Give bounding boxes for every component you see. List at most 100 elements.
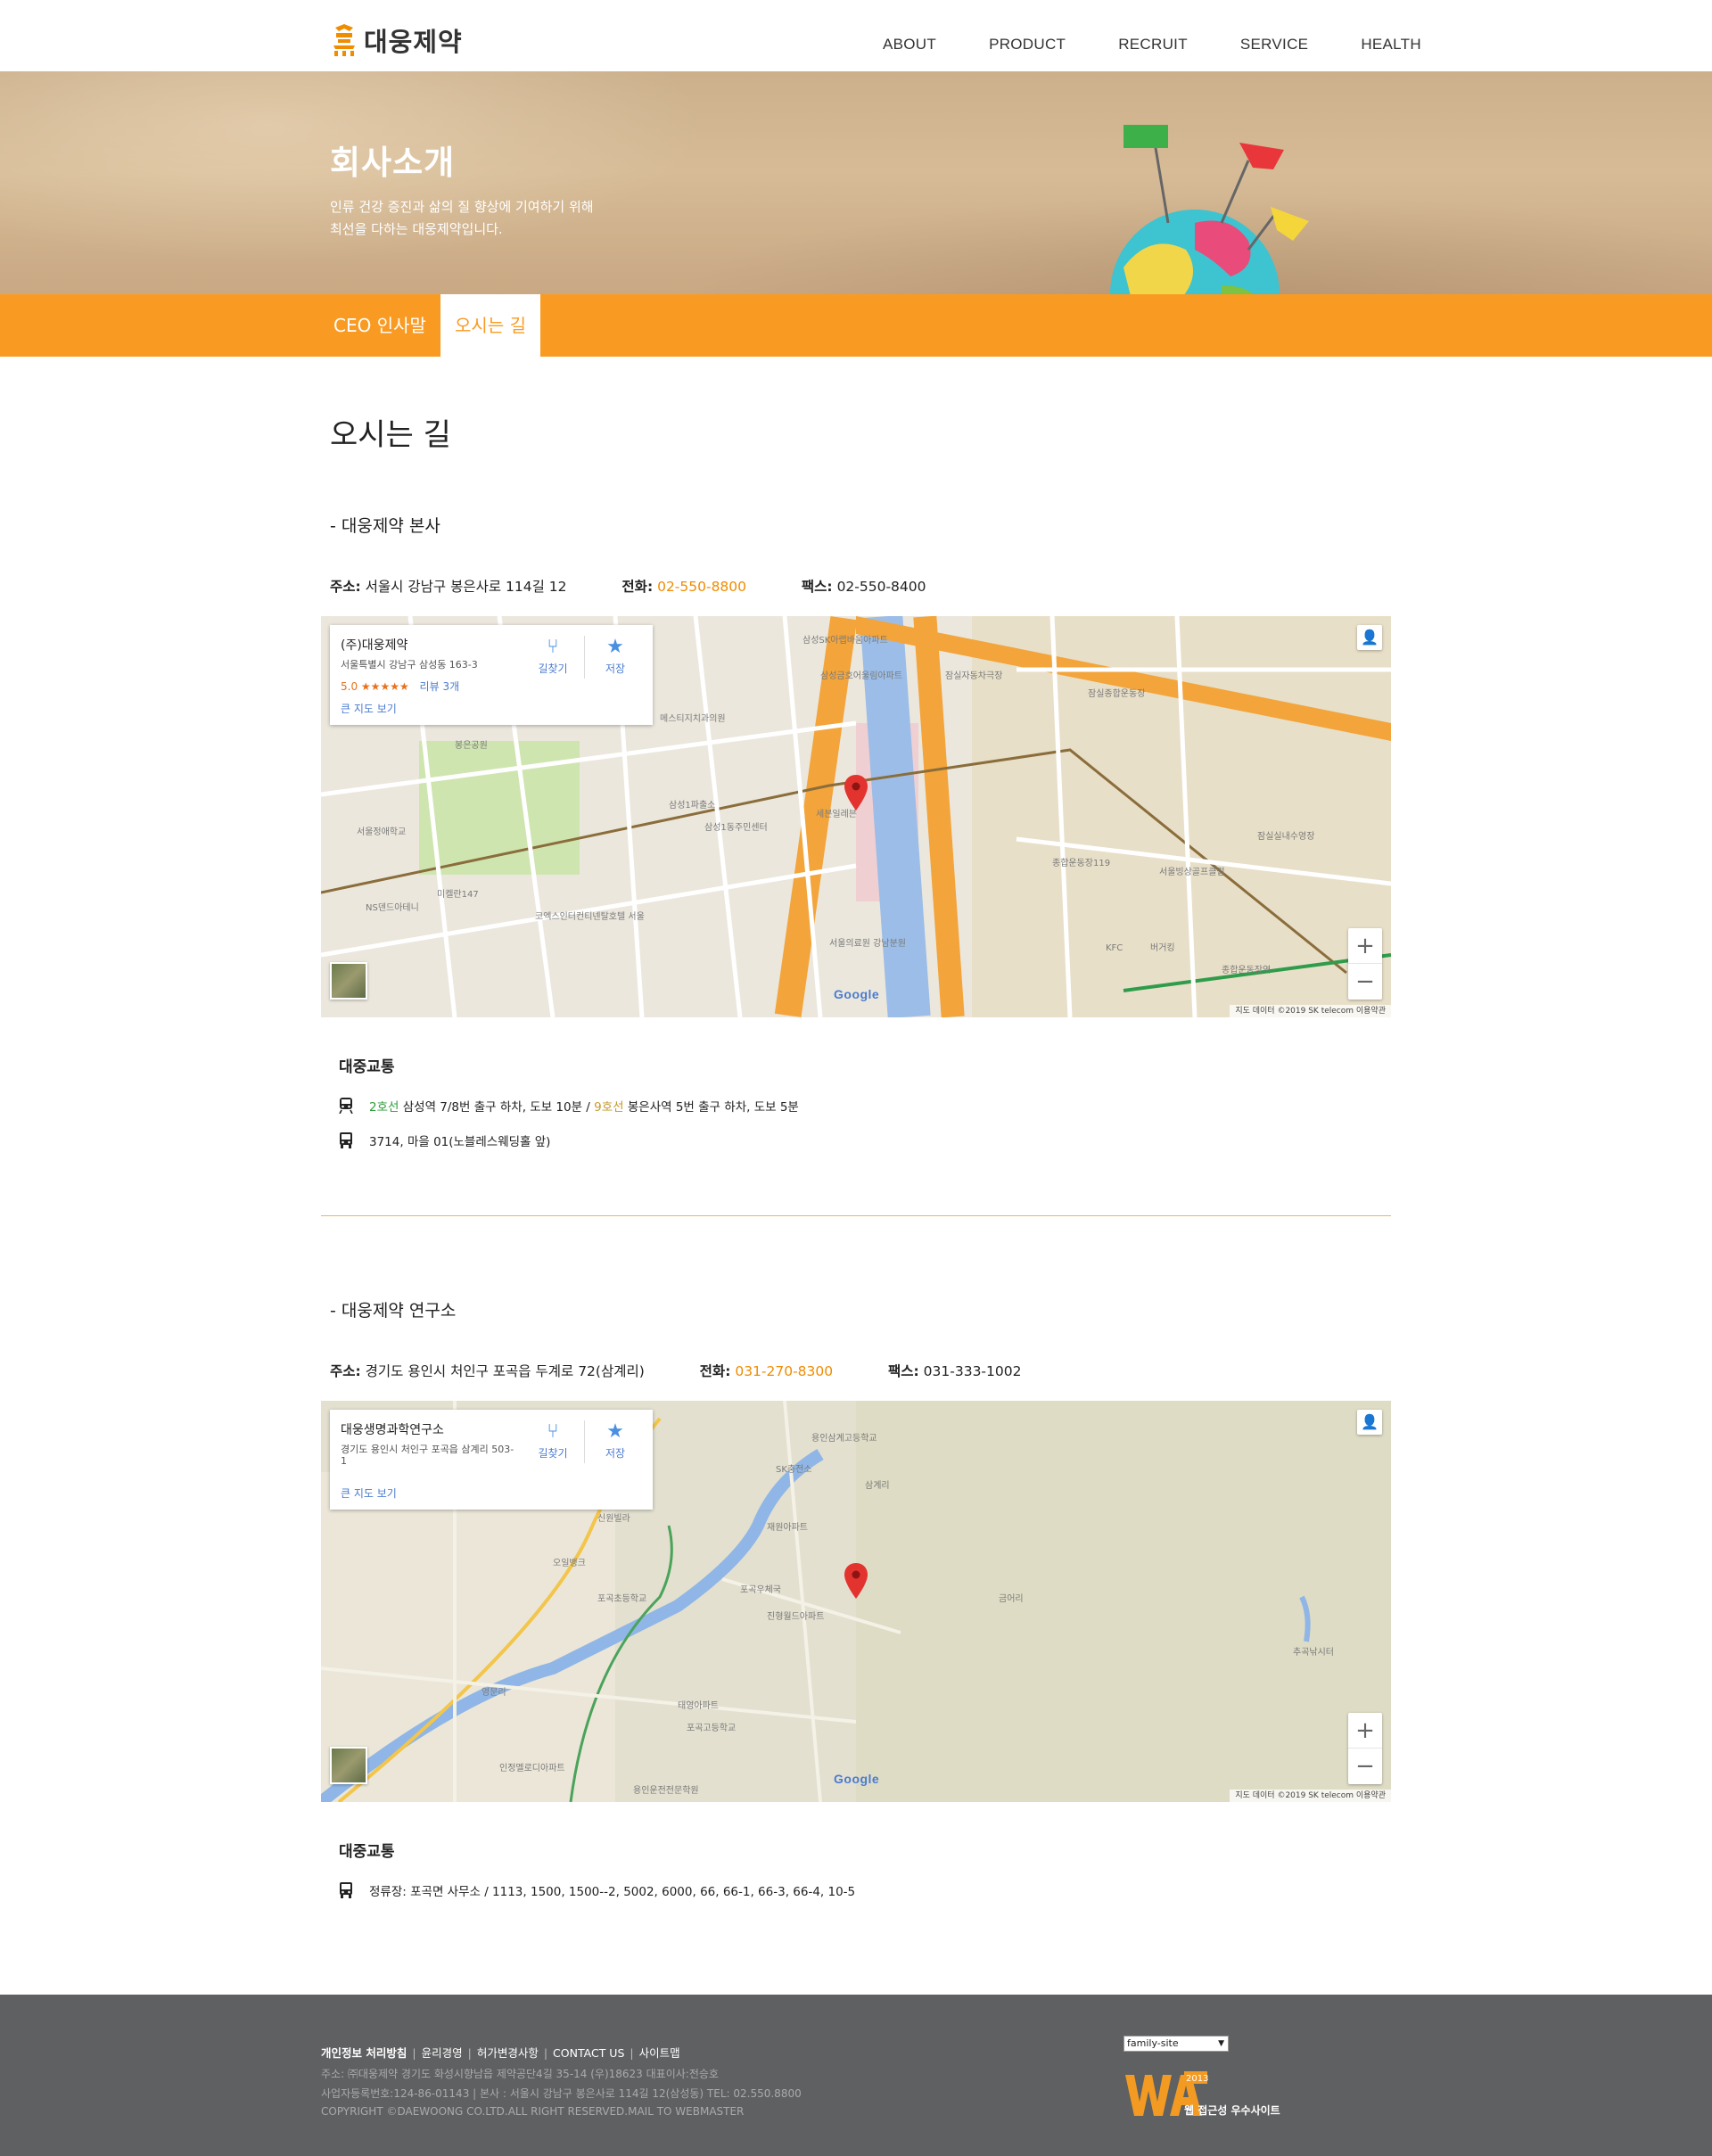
google-logo: Google xyxy=(834,1772,880,1786)
nav-product[interactable]: PRODUCT xyxy=(989,36,1066,53)
family-site-select[interactable]: family-site ▼ xyxy=(1124,2036,1229,2052)
footer-link-ethics[interactable]: 윤리경영 xyxy=(422,2046,463,2060)
footer-link-privacy[interactable]: 개인정보 처리방침 xyxy=(321,2046,407,2060)
svg-text:용인운전전문학원: 용인운전전문학원 xyxy=(633,1785,699,1796)
hq-address: 서울시 강남구 봉은사로 114길 12 xyxy=(365,579,567,595)
svg-text:삼성1동주민센터: 삼성1동주민센터 xyxy=(704,822,768,833)
svg-text:서울빙상골프클럽: 서울빙상골프클럽 xyxy=(1159,867,1225,877)
hq-info-line: 주소: 서울시 강남구 봉은사로 114길 12 전화: 02-550-8800… xyxy=(330,576,926,596)
lab-phone[interactable]: 031-270-8300 xyxy=(735,1363,833,1379)
footer-address: 주소: ㈜대웅제약 경기도 화성시향남읍 제약공단4길 35-14 (우)186… xyxy=(321,2068,719,2080)
footer-link-permit-changes[interactable]: 허가변경사항 xyxy=(477,2046,539,2060)
star-icon: ★ xyxy=(606,636,624,658)
svg-text:금어리: 금어리 xyxy=(999,1593,1024,1604)
satellite-toggle[interactable] xyxy=(330,962,367,1000)
section-divider xyxy=(321,1215,1391,1216)
footer-link-contact[interactable]: CONTACT US xyxy=(553,2046,624,2060)
subway-text-1: 삼성역 7/8번 출구 하차, 도보 10분 / xyxy=(399,1100,595,1115)
nav-service[interactable]: SERVICE xyxy=(1240,36,1308,53)
globe-image xyxy=(1110,125,1309,294)
nav-recruit[interactable]: RECRUIT xyxy=(1118,36,1188,53)
map-attribution[interactable]: 지도 데이터 ©2019 SK telecom 이용약관 xyxy=(1230,1005,1391,1017)
hq-place-card: (주)대웅제약 서울특별시 강남구 삼성동 163-3 5.0 ★★★★★ 리뷰… xyxy=(330,625,653,725)
bus-icon xyxy=(340,1882,352,1898)
directions-icon: ⑂ xyxy=(547,636,559,658)
larger-map-link[interactable]: 큰 지도 보기 xyxy=(341,1485,397,1501)
larger-map-link[interactable]: 큰 지도 보기 xyxy=(341,701,397,716)
line2-label: 2호선 xyxy=(369,1100,399,1115)
footer-link-sitemap[interactable]: 사이트맵 xyxy=(639,2046,680,2060)
street-view-pegman-icon[interactable]: 👤 xyxy=(1357,625,1382,650)
svg-text:잠실실내수영장: 잠실실내수영장 xyxy=(1257,831,1314,842)
svg-text:오일뱅크: 오일뱅크 xyxy=(553,1558,586,1568)
svg-text:종합운동장역: 종합운동장역 xyxy=(1222,965,1271,975)
satellite-toggle[interactable] xyxy=(330,1747,367,1784)
hq-place-name: (주)대웅제약 xyxy=(341,638,408,653)
hq-place-rating: 5.0 ★★★★★ 리뷰 3개 xyxy=(341,679,459,694)
hq-transit-title: 대중교통 xyxy=(339,1058,395,1076)
svg-text:서울의료원 강남분원: 서울의료원 강남분원 xyxy=(829,938,906,949)
svg-text:재원아파트: 재원아파트 xyxy=(767,1522,808,1533)
svg-text:용인삼계고등학교: 용인삼계고등학교 xyxy=(811,1433,877,1444)
lab-map[interactable]: 용인삼계고등학교 SK충전소 재원아파트 신원빌라 오일뱅크 포곡초등학교 진형월드아… xyxy=(321,1401,1391,1802)
bus-icon xyxy=(340,1132,352,1148)
logo[interactable]: 대웅제약 xyxy=(330,21,463,59)
svg-text:영문리: 영문리 xyxy=(482,1687,506,1698)
hero-description: 인류 건강 증진과 삶의 질 향상에 기여하기 위해 최선을 다하는 대웅제약입… xyxy=(330,196,669,241)
hq-phone[interactable]: 02-550-8800 xyxy=(657,579,746,595)
reviews-link[interactable]: 리뷰 3개 xyxy=(420,680,460,693)
line9-label: 9호선 xyxy=(594,1100,624,1115)
zoom-in-button[interactable]: + xyxy=(1348,928,1382,964)
tab-directions[interactable]: 오시는 길 xyxy=(440,294,540,357)
lab-place-address: 경기도 용인시 처인구 포곡읍 삼계리 503-1 xyxy=(341,1444,514,1467)
hq-place-address: 서울특별시 강남구 삼성동 163-3 xyxy=(341,659,478,671)
logo-icon xyxy=(333,24,355,56)
nav-health[interactable]: HEALTH xyxy=(1361,36,1421,53)
logo-text: 대웅제약 xyxy=(364,27,463,57)
map-marker-icon[interactable] xyxy=(844,1563,868,1599)
svg-text:포곡초등학교: 포곡초등학교 xyxy=(597,1593,646,1604)
hq-bus-text: 3714, 마을 01(노블레스웨딩홀 앞) xyxy=(369,1135,551,1149)
wa-text: 웹 접근성 우수사이트 xyxy=(1184,2103,1280,2117)
zoom-out-button[interactable]: − xyxy=(1348,1749,1382,1784)
hq-subway-text: 2호선 삼성역 7/8번 출구 하차, 도보 10분 / 9호선 봉은사역 5번… xyxy=(369,1097,799,1115)
directions-button[interactable]: ⑂ 길찾기 xyxy=(531,1419,575,1461)
map-marker-icon[interactable] xyxy=(844,775,868,811)
site-header: 대웅제약 ABOUT PRODUCT RECRUIT SERVICE HEALT… xyxy=(0,0,1712,71)
lab-address: 경기도 용인시 처인구 포곡읍 두계로 72(삼계리) xyxy=(365,1363,645,1379)
footer-copyright: COPYRIGHT ©DAEWOONG CO.LTD.ALL RIGHT RES… xyxy=(321,2105,745,2118)
zoom-in-button[interactable]: + xyxy=(1348,1713,1382,1749)
directions-button[interactable]: ⑂ 길찾기 xyxy=(531,634,575,676)
zoom-controls: + − xyxy=(1348,1713,1382,1784)
svg-text:삼성금호어울림아파트: 삼성금호어울림아파트 xyxy=(820,671,902,681)
lab-place-name: 대웅생명과학연구소 xyxy=(341,1423,444,1437)
chevron-down-icon: ▼ xyxy=(1218,2039,1224,2048)
nav-about[interactable]: ABOUT xyxy=(883,36,936,53)
map-attribution[interactable]: 지도 데이터 ©2019 SK telecom 이용약관 xyxy=(1230,1790,1391,1802)
hq-section-title: - 대웅제약 본사 xyxy=(330,516,440,536)
svg-text:인정멜로디아파트: 인정멜로디아파트 xyxy=(499,1763,565,1773)
hero-banner: 회사소개 인류 건강 증진과 삶의 질 향상에 기여하기 위해 최선을 다하는 … xyxy=(0,71,1712,294)
svg-text:코엑스인터컨티넨탈호텔 서울: 코엑스인터컨티넨탈호텔 서울 xyxy=(535,910,645,922)
save-button[interactable]: ★ 저장 xyxy=(593,1419,638,1461)
svg-text:종합운동장119: 종합운동장119 xyxy=(1052,858,1110,868)
tab-ceo-greeting[interactable]: CEO 인사말 xyxy=(319,294,440,357)
zoom-out-button[interactable]: − xyxy=(1348,964,1382,1000)
save-button[interactable]: ★ 저장 xyxy=(593,634,638,676)
hq-fax: 02-550-8400 xyxy=(836,579,926,595)
directions-icon: ⑂ xyxy=(547,1420,559,1443)
family-site-value: family-site xyxy=(1127,2037,1179,2049)
subway-icon xyxy=(339,1098,353,1114)
svg-text:KFC: KFC xyxy=(1106,943,1123,953)
wa-year: 2013 xyxy=(1186,2074,1208,2084)
hero-desc-line1: 인류 건강 증진과 삶의 질 향상에 기여하기 위해 xyxy=(330,199,594,215)
lab-transit-title: 대중교통 xyxy=(339,1843,395,1861)
web-accessibility-badge[interactable]: 2013 웹 접근성 우수사이트 xyxy=(1125,2070,1286,2123)
svg-text:잠실종합운동장: 잠실종합운동장 xyxy=(1088,688,1145,699)
lab-fax-label: 팩스: xyxy=(888,1363,919,1379)
hq-map[interactable]: 삼성SK아랩바움아파트 삼성금호어울림아파트 메스티지치과의원 봉은공원 삼성1파출… xyxy=(321,616,1391,1017)
star-icon: ★ xyxy=(606,1420,624,1443)
street-view-pegman-icon[interactable]: 👤 xyxy=(1357,1410,1382,1435)
sub-nav-bar: CEO 인사말 오시는 길 xyxy=(0,294,1712,357)
lab-place-card: 대웅생명과학연구소 경기도 용인시 처인구 포곡읍 삼계리 503-1 큰 지도… xyxy=(330,1410,653,1510)
